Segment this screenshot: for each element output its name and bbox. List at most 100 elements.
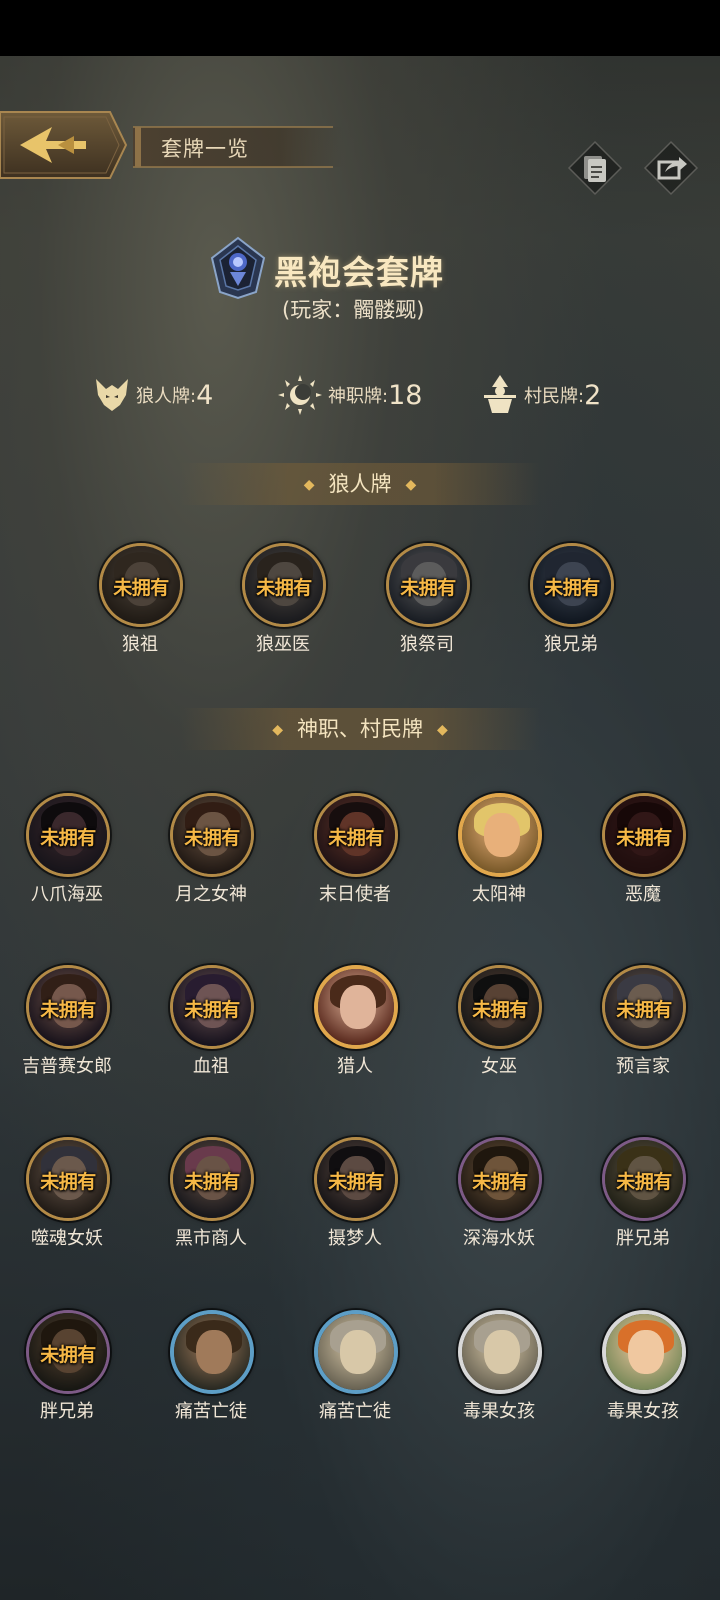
not-owned-badge: 未拥有 xyxy=(616,1171,672,1193)
card-item[interactable]: 猎人 xyxy=(304,965,414,1115)
card-item[interactable]: 未拥有 狼兄弟 xyxy=(520,543,630,693)
card-name: 八爪海巫 xyxy=(31,884,103,905)
card-item[interactable]: 未拥有 狼祭司 xyxy=(376,543,486,693)
not-owned-badge: 未拥有 xyxy=(328,1171,384,1193)
card-portrait: 未拥有 xyxy=(26,1137,110,1221)
card-portrait: 未拥有 xyxy=(458,1137,542,1221)
werewolf-count: 狼人牌: 4 xyxy=(92,370,213,420)
card-item[interactable]: 未拥有 胖兄弟 xyxy=(592,1137,702,1287)
card-name: 预言家 xyxy=(616,1056,670,1077)
card-portrait xyxy=(314,1310,398,1394)
card-portrait: 未拥有 xyxy=(26,793,110,877)
card-name: 毒果女孩 xyxy=(607,1401,679,1422)
card-item[interactable]: 未拥有 深海水妖 xyxy=(448,1137,558,1287)
card-name: 女巫 xyxy=(481,1056,517,1077)
card-name: 狼祖 xyxy=(122,634,158,655)
card-name: 狼巫医 xyxy=(256,634,310,655)
card-portrait: 未拥有 xyxy=(26,1310,110,1394)
not-owned-badge: 未拥有 xyxy=(472,999,528,1021)
card-item[interactable]: 未拥有 女巫 xyxy=(448,965,558,1115)
card-name: 恶魔 xyxy=(625,884,661,905)
card-portrait: 未拥有 xyxy=(99,543,183,627)
deck-owner: (玩家：髑髅觋) xyxy=(282,298,425,322)
back-arrow-icon xyxy=(0,111,128,179)
card-name: 毒果女孩 xyxy=(463,1401,535,1422)
card-portrait: 未拥有 xyxy=(602,793,686,877)
not-owned-badge: 未拥有 xyxy=(40,1344,96,1366)
card-portrait: 未拥有 xyxy=(602,965,686,1049)
card-portrait xyxy=(170,1310,254,1394)
card-name: 深海水妖 xyxy=(463,1228,535,1249)
sun-icon xyxy=(278,375,322,415)
deck-header: 黑袍会套牌 (玩家：髑髅觋) xyxy=(0,232,720,332)
card-item[interactable]: 未拥有 月之女神 xyxy=(160,793,270,943)
not-owned-badge: 未拥有 xyxy=(40,827,96,849)
card-name: 胖兄弟 xyxy=(616,1228,670,1249)
wolf-icon xyxy=(96,379,128,411)
not-owned-badge: 未拥有 xyxy=(472,1171,528,1193)
not-owned-badge: 未拥有 xyxy=(616,827,672,849)
card-item[interactable]: 未拥有 黑市商人 xyxy=(160,1137,270,1287)
card-portrait: 未拥有 xyxy=(26,965,110,1049)
not-owned-badge: 未拥有 xyxy=(40,999,96,1021)
not-owned-badge: 未拥有 xyxy=(616,999,672,1021)
card-item[interactable]: 痛苦亡徒 xyxy=(160,1310,270,1460)
card-item[interactable]: 未拥有 狼祖 xyxy=(89,543,199,693)
card-portrait: 未拥有 xyxy=(170,1137,254,1221)
card-item[interactable]: 未拥有 恶魔 xyxy=(592,793,702,943)
not-owned-badge: 未拥有 xyxy=(184,1171,240,1193)
not-owned-badge: 未拥有 xyxy=(328,827,384,849)
deck-emblem-icon xyxy=(210,236,266,300)
card-portrait: 未拥有 xyxy=(242,543,326,627)
not-owned-badge: 未拥有 xyxy=(256,577,312,599)
share-button[interactable] xyxy=(643,140,699,196)
card-name: 痛苦亡徒 xyxy=(175,1401,247,1422)
card-item[interactable]: 痛苦亡徒 xyxy=(304,1310,414,1460)
card-item[interactable]: 未拥有 八爪海巫 xyxy=(16,793,126,943)
not-owned-badge: 未拥有 xyxy=(40,1171,96,1193)
title-plate: 套牌一览 xyxy=(133,125,343,169)
card-portrait: 未拥有 xyxy=(386,543,470,627)
card-name: 胖兄弟 xyxy=(40,1401,94,1422)
card-portrait: 未拥有 xyxy=(314,793,398,877)
not-owned-badge: 未拥有 xyxy=(400,577,456,599)
card-portrait: 未拥有 xyxy=(170,965,254,1049)
card-name: 黑市商人 xyxy=(175,1228,247,1249)
back-button[interactable] xyxy=(0,110,128,180)
card-portrait xyxy=(602,1310,686,1394)
card-item[interactable]: 未拥有 末日使者 xyxy=(304,793,414,943)
card-name: 猎人 xyxy=(337,1056,373,1077)
card-portrait xyxy=(314,965,398,1049)
card-item[interactable]: 毒果女孩 xyxy=(592,1310,702,1460)
section-gods-villagers: ◆ 神职、村民牌 ◆ xyxy=(180,708,540,750)
card-item[interactable]: 毒果女孩 xyxy=(448,1310,558,1460)
villager-icon xyxy=(484,375,516,413)
card-item[interactable]: 未拥有 血祖 xyxy=(160,965,270,1115)
card-portrait: 未拥有 xyxy=(530,543,614,627)
card-name: 末日使者 xyxy=(319,884,391,905)
card-name: 吉普赛女郎 xyxy=(22,1056,112,1077)
card-name: 狼祭司 xyxy=(400,634,454,655)
share-icon xyxy=(643,140,699,196)
card-portrait xyxy=(458,793,542,877)
deck-list-button[interactable] xyxy=(567,140,623,196)
card-portrait: 未拥有 xyxy=(314,1137,398,1221)
card-name: 摄梦人 xyxy=(328,1228,382,1249)
card-portrait xyxy=(458,1310,542,1394)
card-item[interactable]: 未拥有 吉普赛女郎 xyxy=(16,965,126,1115)
card-item[interactable]: 未拥有 胖兄弟 xyxy=(16,1310,126,1460)
card-portrait: 未拥有 xyxy=(602,1137,686,1221)
god-count: 神职牌: 18 xyxy=(276,370,422,420)
deck-name: 黑袍会套牌 xyxy=(274,253,444,292)
page-title: 套牌一览 xyxy=(161,137,249,161)
not-owned-badge: 未拥有 xyxy=(113,577,169,599)
card-item[interactable]: 未拥有 噬魂女妖 xyxy=(16,1137,126,1287)
card-name: 血祖 xyxy=(193,1056,229,1077)
card-item[interactable]: 太阳神 xyxy=(448,793,558,943)
card-item[interactable]: 未拥有 狼巫医 xyxy=(232,543,342,693)
card-name: 太阳神 xyxy=(472,884,526,905)
card-portrait: 未拥有 xyxy=(458,965,542,1049)
card-item[interactable]: 未拥有 摄梦人 xyxy=(304,1137,414,1287)
not-owned-badge: 未拥有 xyxy=(544,577,600,599)
card-item[interactable]: 未拥有 预言家 xyxy=(592,965,702,1115)
